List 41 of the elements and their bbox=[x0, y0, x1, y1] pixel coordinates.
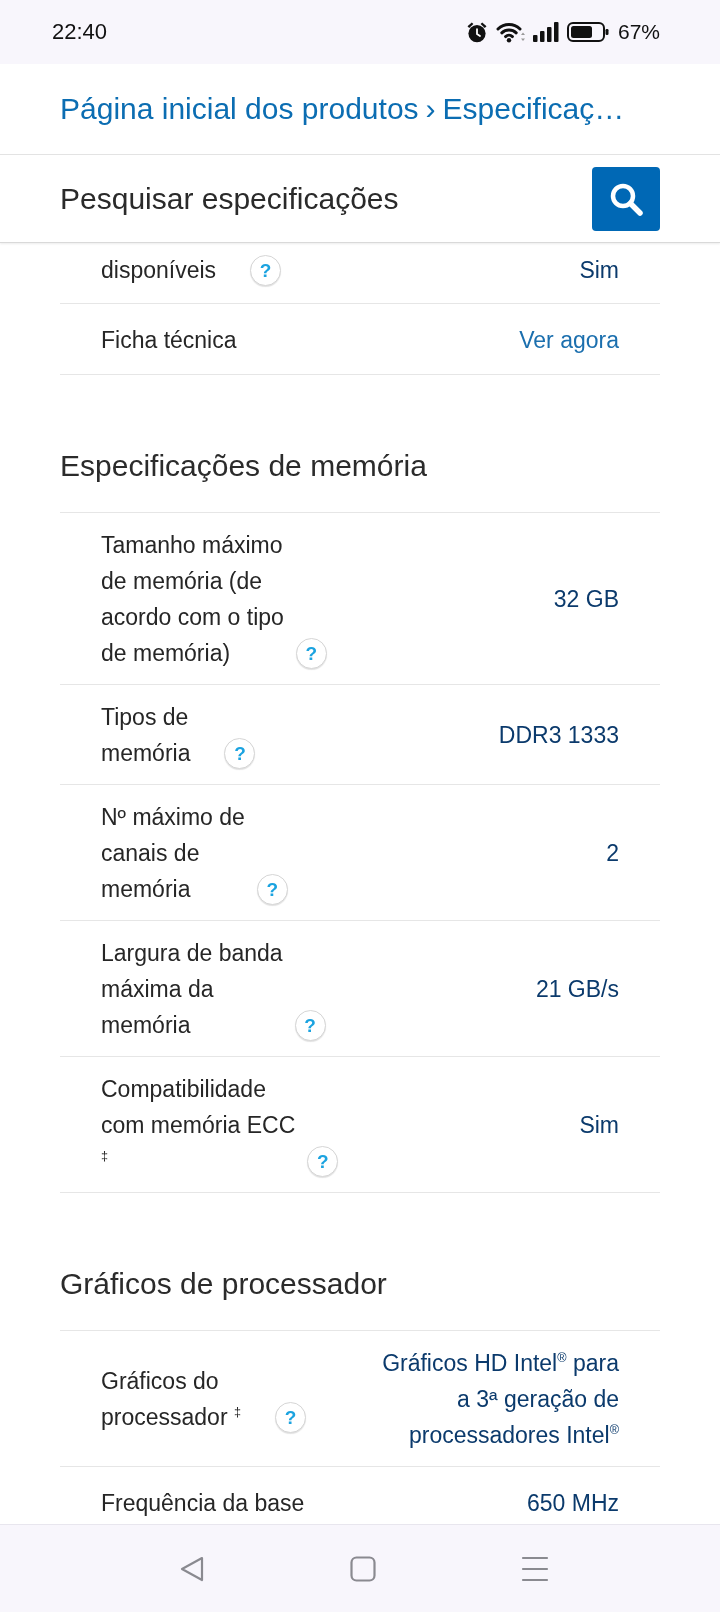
help-button[interactable]: ? bbox=[256, 873, 288, 905]
help-button[interactable]: ? bbox=[250, 254, 282, 286]
spec-value: Sim bbox=[579, 1111, 619, 1140]
clock-time: 22:40 bbox=[52, 19, 108, 45]
wifi-icon bbox=[495, 21, 525, 43]
breadcrumb-link[interactable]: Especificaç… bbox=[442, 92, 625, 126]
help-button[interactable]: ? bbox=[224, 737, 256, 769]
search-field[interactable]: Pesquisar especificações bbox=[60, 176, 576, 221]
back-icon[interactable] bbox=[179, 1554, 205, 1583]
battery-icon bbox=[566, 22, 609, 42]
alarm-clock-icon bbox=[465, 21, 488, 43]
spec-value: 21 GB/s bbox=[535, 975, 619, 1004]
battery-percentage: 67% bbox=[617, 20, 660, 44]
help-button[interactable]: ? bbox=[307, 1145, 339, 1177]
help-button[interactable]: ? bbox=[294, 1009, 326, 1041]
help-button[interactable]: ? bbox=[275, 1401, 306, 1433]
spec-label: disponíveis bbox=[101, 257, 218, 283]
section-heading: Gráficos de processador bbox=[60, 1266, 387, 1302]
spec-value: Sim bbox=[579, 256, 619, 285]
breadcrumb-link[interactable]: Página inicial dos produtos bbox=[60, 92, 419, 126]
spec-label: Ficha técnica bbox=[101, 326, 237, 353]
signal-icon bbox=[532, 22, 559, 42]
spec-value: 2 bbox=[606, 839, 619, 868]
spec-label: Gráficos do processador $^{‡}$ bbox=[101, 1368, 242, 1430]
help-button[interactable]: ? bbox=[295, 637, 327, 669]
spec-label: Largura de banda máxima da memória bbox=[101, 940, 283, 1038]
spec-value: Gráficos HD Intel$^{®}$ para a 3ª geração de processadores Intel$^{®}$ bbox=[381, 1349, 619, 1450]
view-now-link[interactable]: Ver agora bbox=[519, 321, 619, 358]
home-icon[interactable] bbox=[350, 1555, 376, 1582]
spec-label: Nº máximo de canais de memória bbox=[101, 804, 245, 902]
spec-value: 650 MHz bbox=[526, 1488, 619, 1518]
spec-value: DDR3 1333 bbox=[498, 721, 619, 750]
menu-icon[interactable] bbox=[521, 1555, 549, 1582]
search-icon bbox=[609, 181, 643, 216]
breadcrumb-separator: › bbox=[425, 92, 436, 126]
spec-label: Tipos de memória bbox=[101, 704, 192, 766]
spec-label: Tamanho máximo de memória (de acordo com o tipo de memória) bbox=[101, 532, 284, 666]
spec-value: 32 GB bbox=[553, 585, 619, 614]
spec-label: Frequência da base bbox=[101, 1489, 305, 1516]
search-button[interactable] bbox=[592, 166, 660, 231]
section-heading: Especificações de memória bbox=[60, 448, 427, 484]
